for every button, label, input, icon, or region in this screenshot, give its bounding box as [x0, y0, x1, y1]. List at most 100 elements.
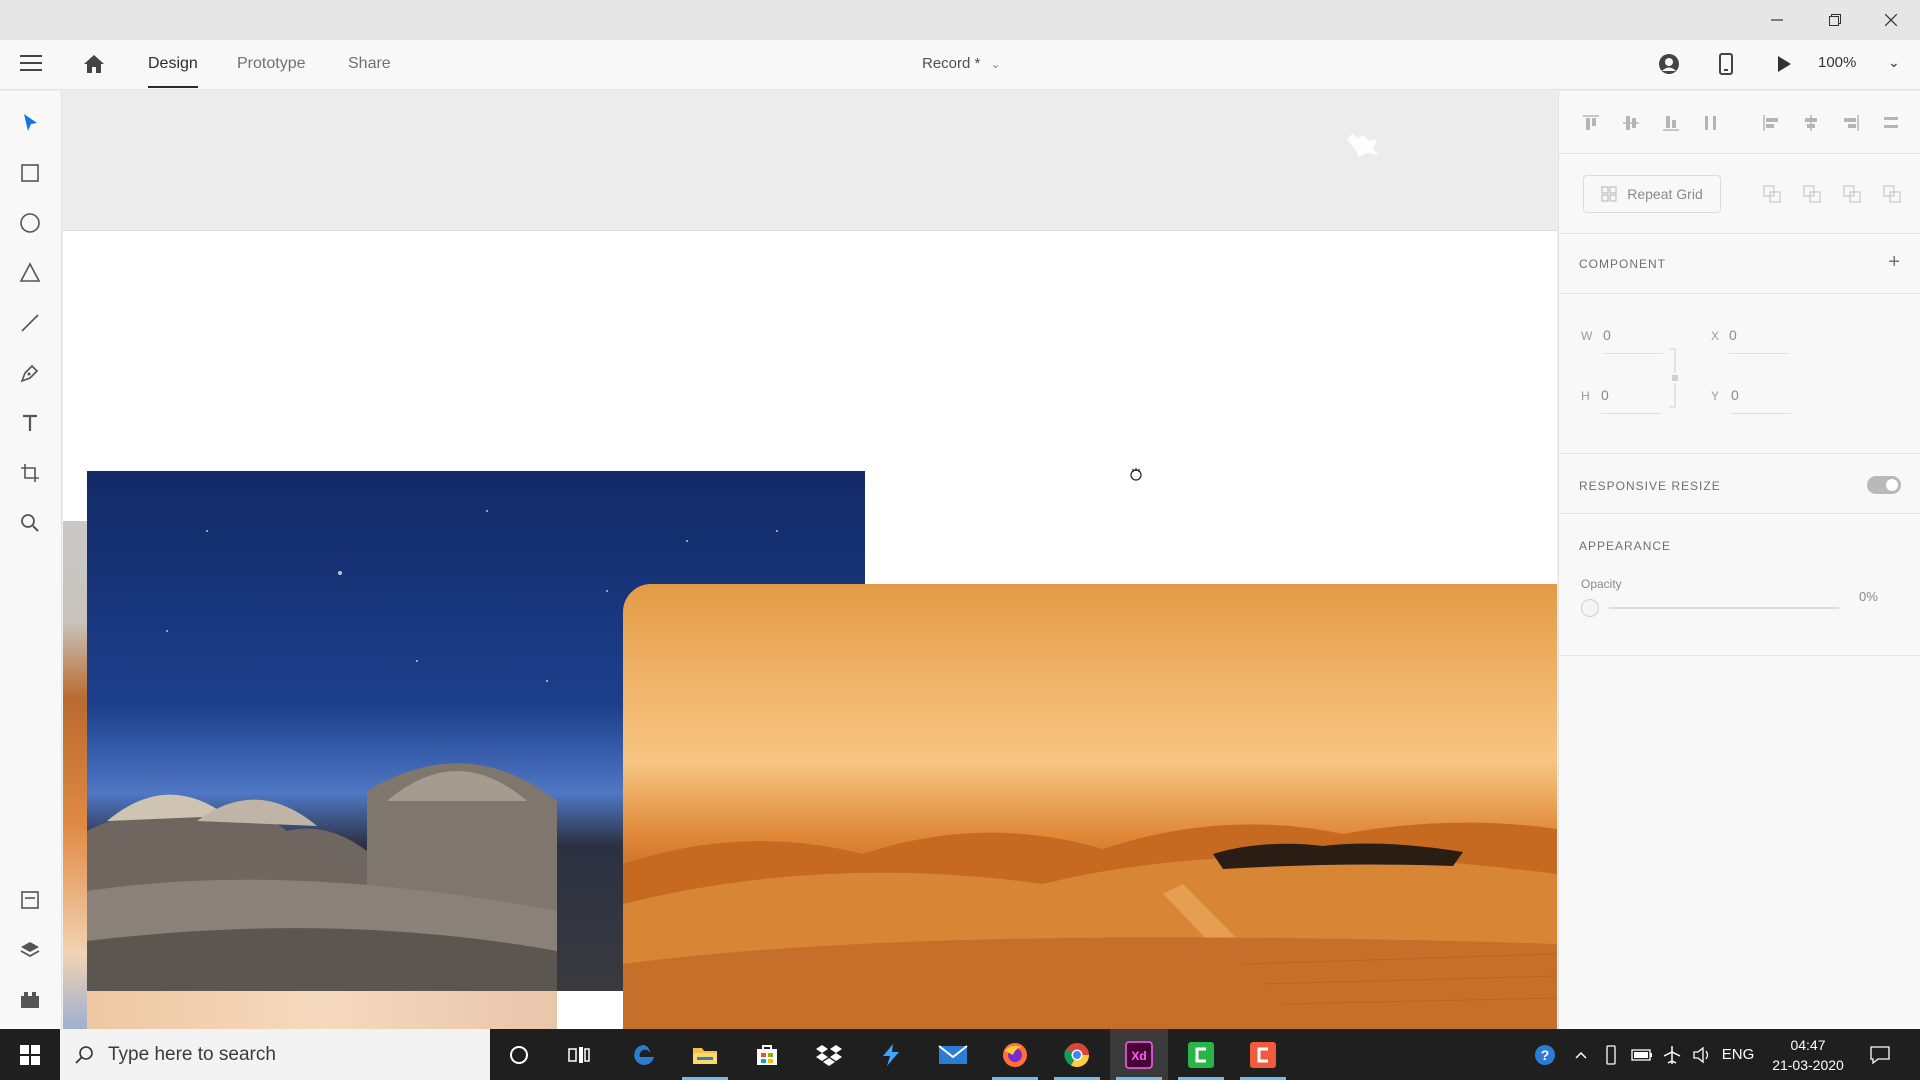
tab-prototype[interactable]: Prototype — [237, 55, 305, 73]
system-clock[interactable]: 04:47 21-03-2020 — [1766, 1035, 1850, 1075]
battery-icon[interactable] — [1628, 1029, 1656, 1080]
distribute-horizontal-icon[interactable] — [1881, 113, 1901, 133]
lock-aspect-icon[interactable] — [1669, 347, 1679, 409]
chrome-icon[interactable] — [1048, 1029, 1106, 1080]
align-top-icon[interactable] — [1581, 113, 1601, 133]
polygon-icon[interactable] — [18, 261, 42, 285]
boolean-intersect-icon[interactable] — [1843, 185, 1861, 203]
camtasia-icon[interactable] — [1172, 1029, 1230, 1080]
design-canvas[interactable] — [63, 91, 1557, 1029]
app-header: Design Prototype Share Record * ⌄ 100% ⌄ — [0, 40, 1920, 90]
artboard-icon[interactable] — [18, 461, 42, 485]
svg-text:?: ? — [1541, 1047, 1550, 1063]
hand-cursor-icon — [1130, 468, 1142, 481]
adobe-xd-icon[interactable]: Xd — [1110, 1029, 1168, 1080]
x-input[interactable]: 0 — [1729, 327, 1737, 343]
user-share-icon[interactable] — [1657, 52, 1681, 76]
opacity-label: Opacity — [1581, 577, 1622, 591]
plugins-icon[interactable] — [18, 988, 42, 1012]
appearance-title: APPEARANCE — [1579, 539, 1672, 553]
window-title-bar — [0, 0, 1920, 40]
distribute-vertical-icon[interactable] — [1701, 113, 1721, 133]
zoom-level[interactable]: 100% — [1818, 54, 1856, 71]
device-preview-icon[interactable] — [1714, 52, 1738, 76]
repeat-grid-button[interactable]: Repeat Grid — [1583, 175, 1721, 213]
layers-icon[interactable] — [18, 938, 42, 962]
minimize-icon[interactable] — [1748, 0, 1806, 40]
height-input[interactable]: 0 — [1601, 387, 1609, 403]
mail-icon[interactable] — [924, 1029, 982, 1080]
play-icon[interactable] — [1771, 52, 1795, 76]
line-icon[interactable] — [18, 311, 42, 335]
align-right-icon[interactable] — [1841, 113, 1861, 133]
task-view-icon[interactable] — [550, 1029, 608, 1080]
repeat-grid-icon — [1601, 186, 1617, 202]
opacity-slider[interactable] — [1609, 607, 1839, 609]
file-explorer-icon[interactable] — [676, 1029, 734, 1080]
document-title-text: Record * — [922, 55, 981, 72]
dropbox-icon[interactable] — [800, 1029, 858, 1080]
boolean-subtract-icon[interactable] — [1803, 185, 1821, 203]
responsive-resize-toggle[interactable] — [1867, 476, 1901, 494]
cortana-icon[interactable] — [490, 1029, 548, 1080]
taskbar-search-input[interactable]: Type here to search — [60, 1029, 490, 1080]
x-label: X — [1711, 329, 1720, 343]
zoom-chevron-down-icon[interactable]: ⌄ — [1888, 54, 1900, 71]
text-icon[interactable] — [18, 411, 42, 435]
close-icon[interactable] — [1862, 0, 1920, 40]
edge-icon[interactable] — [615, 1029, 673, 1080]
divider — [1559, 453, 1920, 454]
document-title[interactable]: Record * ⌄ — [922, 55, 1001, 72]
rectangle-icon[interactable] — [18, 161, 42, 185]
tab-share[interactable]: Share — [348, 55, 391, 73]
component-section-title: COMPONENT — [1579, 257, 1666, 271]
firefox-icon[interactable] — [986, 1029, 1044, 1080]
notifications-icon[interactable] — [1862, 1029, 1898, 1080]
windows-taskbar: Type here to search Xd ? ENG 04:47 21-03… — [0, 1029, 1920, 1080]
store-icon[interactable] — [738, 1029, 796, 1080]
tools-toolbar — [0, 91, 62, 1029]
opacity-value[interactable]: 0% — [1859, 589, 1878, 604]
camtasia-recorder-icon[interactable] — [1234, 1029, 1292, 1080]
height-underline — [1601, 413, 1661, 414]
windows-start-icon[interactable] — [0, 1029, 60, 1080]
boolean-add-icon[interactable] — [1763, 185, 1781, 203]
align-middle-icon[interactable] — [1621, 113, 1641, 133]
boolean-exclude-icon[interactable] — [1883, 185, 1901, 203]
partial-image-left[interactable] — [63, 521, 87, 1029]
pen-icon[interactable] — [18, 361, 42, 385]
image-orange-sand-dunes[interactable] — [623, 584, 1557, 1029]
ellipse-icon[interactable] — [18, 211, 42, 235]
width-input[interactable]: 0 — [1603, 327, 1611, 343]
add-component-icon[interactable]: + — [1888, 251, 1900, 274]
tab-design[interactable]: Design — [148, 55, 198, 88]
width-underline — [1603, 353, 1663, 354]
y-input[interactable]: 0 — [1731, 387, 1739, 403]
language-indicator[interactable]: ENG — [1718, 1029, 1758, 1080]
select-icon[interactable] — [18, 111, 42, 135]
home-icon[interactable] — [82, 52, 106, 76]
clock-date: 21-03-2020 — [1772, 1057, 1844, 1073]
restore-icon[interactable] — [1806, 0, 1864, 40]
repeat-grid-label: Repeat Grid — [1627, 186, 1703, 202]
volume-icon[interactable] — [1688, 1029, 1716, 1080]
airplane-mode-icon[interactable] — [1658, 1029, 1686, 1080]
opacity-slider-handle[interactable] — [1581, 599, 1599, 617]
hamburger-menu-icon[interactable] — [20, 55, 42, 73]
clock-time: 04:47 — [1790, 1037, 1826, 1053]
svg-text:Xd: Xd — [1131, 1049, 1146, 1063]
show-hidden-icons-icon[interactable] — [1570, 1029, 1592, 1080]
align-center-icon[interactable] — [1801, 113, 1821, 133]
visual-studio-icon[interactable] — [862, 1029, 920, 1080]
usb-device-icon[interactable] — [1598, 1029, 1624, 1080]
divider — [1559, 513, 1920, 514]
zoom-icon[interactable] — [18, 511, 42, 535]
align-left-icon[interactable] — [1761, 113, 1781, 133]
search-placeholder: Type here to search — [108, 1043, 276, 1065]
divider — [1559, 153, 1920, 154]
partial-image-bottom[interactable] — [87, 991, 557, 1029]
help-icon[interactable]: ? — [1530, 1029, 1560, 1080]
align-bottom-icon[interactable] — [1661, 113, 1681, 133]
y-label: Y — [1711, 389, 1720, 403]
assets-icon[interactable] — [18, 888, 42, 912]
